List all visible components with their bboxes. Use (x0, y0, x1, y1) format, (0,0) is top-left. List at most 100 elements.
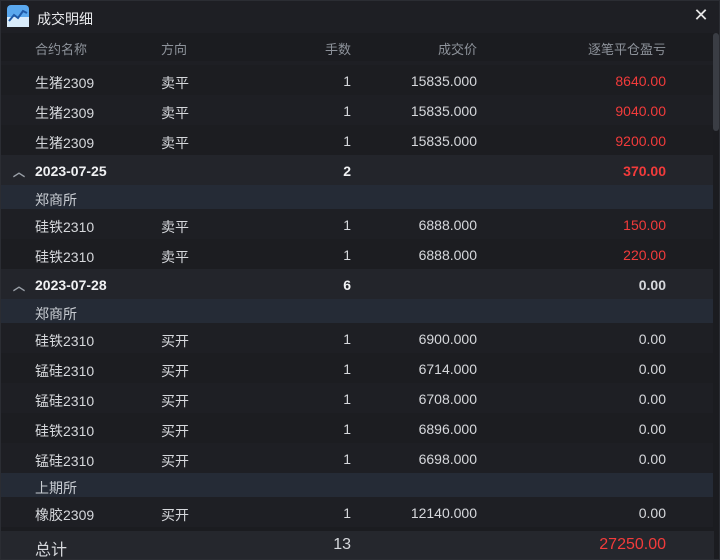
exchange-name: 郑商所 (35, 192, 77, 208)
contract-name: 硅铁2310 (35, 219, 95, 235)
trade-direction: 买开 (161, 363, 189, 379)
trade-quantity: 1 (343, 361, 351, 377)
group-pnl: 0.00 (638, 277, 666, 293)
trade-pnl: 9040.00 (615, 103, 666, 119)
trade-detail-window: 成交明细 ✕ 合约名称 方向 手数 成交价 逐笔平仓盈亏 生猪2309 卖平 1 15… (0, 0, 720, 560)
table-row[interactable]: 锰硅2310 买开 1 6708.000 0.00 (1, 383, 714, 413)
trade-table-body[interactable]: 生猪2309 卖平 1 15835.000 8640.00 生猪2309 卖平 1 15835.… (1, 65, 714, 532)
contract-name: 生猪2309 (35, 75, 95, 91)
trade-quantity: 1 (343, 391, 351, 407)
trade-direction: 卖平 (161, 75, 189, 91)
total-row: 总计 13 27250.00 (1, 531, 714, 559)
contract-name: 生猪2309 (35, 105, 95, 121)
trade-price: 6888.000 (418, 247, 477, 263)
contract-name: 硅铁2310 (35, 423, 95, 439)
trade-price: 6888.000 (418, 217, 477, 233)
trade-price: 15835.000 (410, 103, 477, 119)
trade-quantity: 1 (343, 247, 351, 263)
trade-direction: 卖平 (161, 219, 189, 235)
table-row[interactable]: 生猪2309 卖平 1 15835.000 8640.00 (1, 65, 714, 95)
trade-pnl: 0.00 (638, 421, 666, 437)
trade-quantity: 1 (343, 421, 351, 437)
exchange-name: 上期所 (35, 480, 77, 496)
group-pnl: 370.00 (623, 163, 666, 179)
group-quantity: 6 (343, 277, 351, 293)
trade-pnl: 0.00 (638, 451, 666, 467)
date-group-row[interactable]: ︿ 2023-07-25 2 370.00 (1, 155, 714, 185)
trade-direction: 买开 (161, 507, 189, 523)
table-header: 合约名称 方向 手数 成交价 逐笔平仓盈亏 (1, 33, 714, 61)
contract-name: 硅铁2310 (35, 249, 95, 265)
header-name[interactable]: 合约名称 (35, 39, 87, 58)
exchange-group-row: 郑商所 (1, 299, 714, 323)
trade-quantity: 1 (343, 133, 351, 149)
trade-price: 6698.000 (418, 451, 477, 467)
table-row[interactable]: 硅铁2310 买开 1 6896.000 0.00 (1, 413, 714, 443)
scrollbar-thumb[interactable] (713, 33, 719, 131)
trade-price: 15835.000 (410, 73, 477, 89)
table-row[interactable]: 橡胶2309 买开 1 12140.000 0.00 (1, 497, 714, 527)
trade-pnl: 9200.00 (615, 133, 666, 149)
trade-price: 15835.000 (410, 133, 477, 149)
window-title: 成交明细 (37, 11, 93, 27)
total-quantity: 13 (333, 536, 351, 553)
trade-direction: 卖平 (161, 135, 189, 151)
trade-price: 6896.000 (418, 421, 477, 437)
header-pnl[interactable]: 逐笔平仓盈亏 (588, 39, 666, 58)
title-bar[interactable]: 成交明细 ✕ (1, 1, 719, 33)
total-label: 总计 (35, 542, 68, 559)
chart-app-icon (7, 5, 29, 27)
contract-name: 锰硅2310 (35, 363, 95, 379)
table-row[interactable]: 生猪2309 卖平 1 15835.000 9040.00 (1, 95, 714, 125)
trade-price: 6900.000 (418, 331, 477, 347)
trade-quantity: 1 (343, 331, 351, 347)
header-price[interactable]: 成交价 (438, 39, 477, 58)
table-row[interactable]: 硅铁2310 卖平 1 6888.000 220.00 (1, 239, 714, 269)
trade-quantity: 1 (343, 505, 351, 521)
contract-name: 硅铁2310 (35, 333, 95, 349)
trade-price: 12140.000 (410, 505, 477, 521)
table-row[interactable]: 硅铁2310 买开 1 6900.000 0.00 (1, 323, 714, 353)
chevron-up-icon[interactable]: ︿ (13, 277, 25, 294)
exchange-group-row: 郑商所 (1, 185, 714, 209)
table-row[interactable]: 生猪2309 卖平 1 15835.000 9200.00 (1, 125, 714, 155)
trade-price: 6708.000 (418, 391, 477, 407)
trade-direction: 卖平 (161, 249, 189, 265)
group-date: 2023-07-28 (35, 277, 107, 293)
trade-pnl: 8640.00 (615, 73, 666, 89)
table-row[interactable]: 锰硅2310 买开 1 6714.000 0.00 (1, 353, 714, 383)
close-icon[interactable]: ✕ (691, 5, 711, 25)
contract-name: 锰硅2310 (35, 453, 95, 469)
table-row[interactable]: 锰硅2310 买开 1 6698.000 0.00 (1, 443, 714, 473)
contract-name: 橡胶2309 (35, 507, 95, 523)
trade-pnl: 220.00 (623, 247, 666, 263)
trade-direction: 卖平 (161, 105, 189, 121)
vertical-scrollbar[interactable] (713, 33, 719, 531)
trade-pnl: 0.00 (638, 331, 666, 347)
trade-quantity: 1 (343, 451, 351, 467)
trade-pnl: 0.00 (638, 391, 666, 407)
exchange-name: 郑商所 (35, 306, 77, 322)
trade-pnl: 0.00 (638, 505, 666, 521)
chevron-up-icon[interactable]: ︿ (13, 163, 25, 180)
trade-pnl: 150.00 (623, 217, 666, 233)
date-group-row[interactable]: ︿ 2023-07-28 6 0.00 (1, 269, 714, 299)
total-pnl: 27250.00 (599, 536, 666, 553)
group-quantity: 2 (343, 163, 351, 179)
contract-name: 锰硅2310 (35, 393, 95, 409)
trade-direction: 买开 (161, 333, 189, 349)
contract-name: 生猪2309 (35, 135, 95, 151)
trade-direction: 买开 (161, 453, 189, 469)
trade-quantity: 1 (343, 217, 351, 233)
group-date: 2023-07-25 (35, 163, 107, 179)
trade-quantity: 1 (343, 73, 351, 89)
header-quantity[interactable]: 手数 (325, 39, 351, 58)
trade-quantity: 1 (343, 103, 351, 119)
trade-direction: 买开 (161, 393, 189, 409)
trade-price: 6714.000 (418, 361, 477, 377)
header-direction[interactable]: 方向 (161, 39, 187, 58)
trade-direction: 买开 (161, 423, 189, 439)
table-row[interactable]: 硅铁2310 卖平 1 6888.000 150.00 (1, 209, 714, 239)
trade-pnl: 0.00 (638, 361, 666, 377)
exchange-group-row: 上期所 (1, 473, 714, 497)
